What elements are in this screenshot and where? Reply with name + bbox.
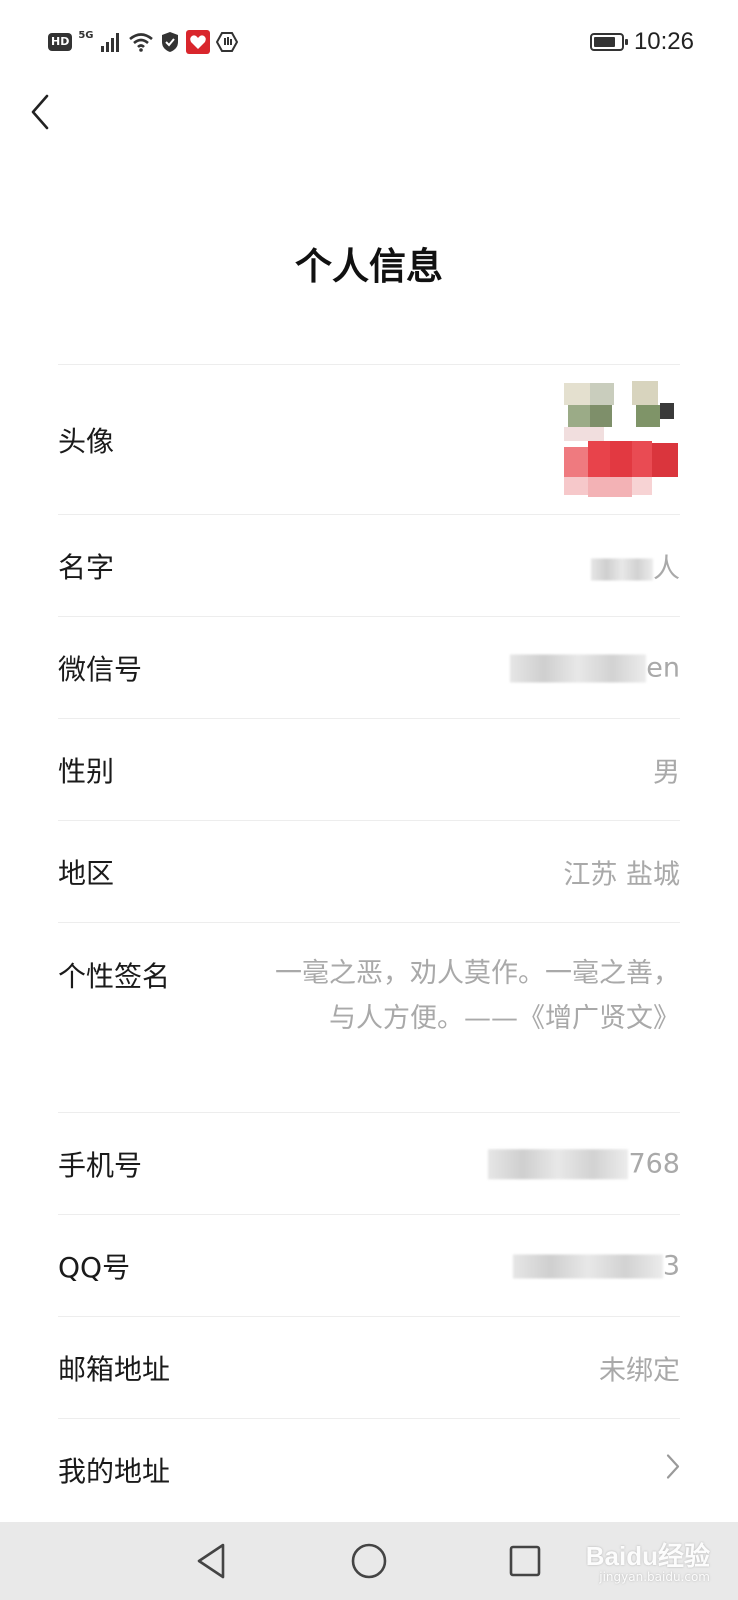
row-avatar[interactable]: 头像 — [58, 365, 680, 515]
nav-back-button[interactable] — [186, 1536, 236, 1586]
row-value-qq: 3 — [512, 1250, 680, 1281]
shield-icon — [161, 32, 178, 52]
hand-icon — [215, 32, 238, 52]
phone-value-suffix: 768 — [628, 1147, 680, 1179]
status-icons-left: HD 5G — [48, 28, 238, 56]
watermark-url: jingyan.baidu.com — [599, 1570, 710, 1584]
chevron-left-icon — [31, 94, 49, 130]
square-recents-icon — [509, 1545, 541, 1577]
row-value-signature: 一毫之恶，劝人莫作。一毫之善，与人方便。——《增广贤文》 — [275, 958, 680, 1034]
network-type-label: 5G — [78, 29, 94, 41]
battery-icon — [589, 33, 628, 51]
battery-level-fill — [593, 37, 615, 47]
redacted-block — [591, 558, 653, 581]
row-signature[interactable]: 个性签名 一毫之恶，劝人莫作。一毫之善，与人方便。——《增广贤文》 — [58, 923, 680, 1113]
row-label-name: 名字 — [58, 550, 115, 584]
row-label-email: 邮箱地址 — [58, 1352, 171, 1386]
row-email[interactable]: 邮箱地址 未绑定 — [58, 1317, 680, 1419]
triangle-back-icon — [197, 1543, 225, 1579]
row-label-my-address: 我的地址 — [58, 1455, 171, 1488]
chevron-right-icon — [666, 1454, 680, 1487]
hd-badge: HD — [48, 33, 73, 51]
circle-home-icon — [351, 1543, 387, 1579]
row-value-email: 未绑定 — [599, 1355, 680, 1386]
qq-value-suffix: 3 — [662, 1250, 680, 1281]
redacted-block — [512, 1254, 663, 1279]
profile-info-list: 头像 名字 人 微信号 en 性别 男 地区 江苏 盐城 个性签名 一毫之恶，劝… — [58, 364, 680, 1521]
row-value-gender: 男 — [653, 757, 680, 788]
row-label-wechat-id: 微信号 — [58, 652, 143, 686]
watermark-logo: Baidu经验 — [585, 1541, 710, 1571]
app-notification-icon — [185, 30, 210, 54]
row-name[interactable]: 名字 人 — [58, 515, 680, 617]
row-qq[interactable]: QQ号 3 — [58, 1215, 680, 1317]
row-wechat-id[interactable]: 微信号 en — [58, 617, 680, 719]
signal-icon — [100, 33, 119, 52]
nav-recents-button[interactable] — [500, 1536, 550, 1586]
redacted-block — [488, 1149, 629, 1180]
avatar[interactable] — [554, 375, 680, 505]
nav-home-button[interactable] — [344, 1536, 394, 1586]
row-value-phone: 768 — [488, 1148, 680, 1180]
row-label-region: 地区 — [58, 856, 115, 890]
page-title: 个人信息 — [295, 245, 443, 288]
row-value-region: 江苏 盐城 — [563, 859, 680, 890]
row-gender[interactable]: 性别 男 — [58, 719, 680, 821]
row-value-name: 人 — [591, 546, 680, 585]
status-icons-right: 10:26 — [589, 26, 694, 58]
clock: 10:26 — [633, 28, 694, 55]
row-label-phone: 手机号 — [58, 1148, 143, 1182]
row-label-signature: 个性签名 — [58, 960, 171, 993]
back-button[interactable] — [18, 88, 62, 136]
wechat-id-value-suffix: en — [646, 652, 680, 683]
row-label-qq: QQ号 — [58, 1250, 131, 1284]
name-value-suffix: 人 — [653, 553, 680, 584]
status-bar: HD 5G 10:26 — [0, 0, 738, 84]
row-region[interactable]: 地区 江苏 盐城 — [58, 821, 680, 923]
system-nav-bar: Baidu经验 jingyan.baidu.com — [0, 1522, 738, 1600]
row-phone[interactable]: 手机号 768 — [58, 1113, 680, 1215]
redacted-block — [510, 654, 647, 683]
row-label-avatar: 头像 — [58, 424, 115, 458]
row-value-wechat-id: en — [510, 652, 680, 683]
row-my-address[interactable]: 我的地址 — [58, 1419, 680, 1521]
wifi-icon — [128, 33, 153, 52]
row-label-gender: 性别 — [58, 754, 115, 788]
